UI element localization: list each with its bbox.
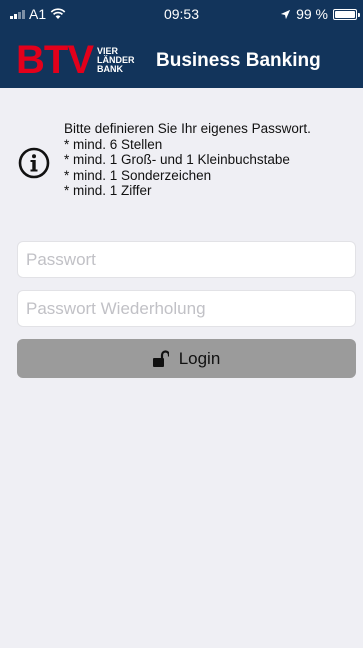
brand: BTV VIER LÄNDER BANK bbox=[16, 38, 135, 82]
rule-item: * mind. 1 Ziffer bbox=[64, 183, 152, 198]
password-repeat-input[interactable] bbox=[17, 290, 356, 327]
login-button[interactable]: Login bbox=[17, 339, 356, 378]
password-input[interactable] bbox=[17, 241, 356, 278]
logo-subtext: VIER LÄNDER BANK bbox=[97, 46, 135, 74]
location-arrow-icon bbox=[280, 9, 291, 19]
btv-logo: BTV VIER LÄNDER BANK bbox=[16, 40, 135, 80]
battery-percent: 99 % bbox=[296, 6, 328, 22]
rule-item: * mind. 1 Sonderzeichen bbox=[64, 167, 212, 183]
status-bar: A1 09:53 99 % bbox=[0, 0, 363, 28]
login-label: Login bbox=[178, 348, 221, 368]
logo-mark: BTV bbox=[16, 38, 94, 82]
battery-icon bbox=[333, 8, 360, 20]
app-header: A1 09:53 99 % BTV VIER LÄNDER BANK Busin… bbox=[0, 0, 363, 88]
info-circle-icon bbox=[18, 147, 50, 179]
logo-sub-line: BANK bbox=[97, 63, 123, 74]
status-right: 99 % bbox=[280, 6, 360, 22]
rule-item: * mind. 6 Stellen bbox=[64, 136, 163, 152]
rules-intro: Bitte definieren Sie Ihr eigenes Passwor… bbox=[64, 121, 311, 136]
app-title: Business Banking bbox=[156, 50, 321, 71]
battery-fill bbox=[335, 10, 355, 18]
unlock-icon bbox=[152, 349, 169, 367]
rules-text: Bitte definieren Sie Ihr eigenes Passwor… bbox=[64, 121, 363, 199]
rule-item: * mind. 1 Groß- und 1 Kleinbuchstabe bbox=[64, 152, 290, 167]
